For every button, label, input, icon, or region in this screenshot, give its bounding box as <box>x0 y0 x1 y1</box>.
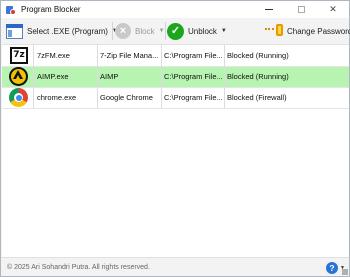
program-description: 7-Zip File Mana... <box>100 51 159 60</box>
program-status: Blocked (Running) <box>227 72 289 81</box>
aimp-icon <box>9 67 28 86</box>
block-x-icon: × <box>115 23 131 39</box>
toolbar-separator <box>165 22 166 40</box>
toolbar-separator <box>112 22 113 40</box>
program-description: Google Chrome <box>100 93 153 102</box>
chrome-icon <box>9 88 28 107</box>
column-divider <box>161 45 162 109</box>
unblock-label: Unblock <box>188 26 217 36</box>
block-label: Block <box>135 26 155 36</box>
list-item[interactable]: chrome.exe Google Chrome C:\Program File… <box>2 87 349 108</box>
change-password-button[interactable]: Change Password <box>265 18 350 44</box>
help-icon: ? <box>326 261 338 274</box>
block-button[interactable]: × Block ▼ <box>115 18 165 44</box>
row-divider <box>2 108 349 109</box>
list-item[interactable]: AIMP.exe AIMP C:\Program File... Blocked… <box>2 66 349 87</box>
program-blocker-window: Program Blocker ✕ Select .EXE (Program) … <box>0 0 350 277</box>
select-exe-label: Select .EXE (Program) <box>27 26 108 36</box>
status-bar: © 2025 Ari Sohandri Putra. All rights re… <box>1 257 349 276</box>
unblock-dropdown-arrow-icon[interactable]: ▼ <box>221 28 227 34</box>
block-dropdown-arrow-icon[interactable]: ▼ <box>159 28 165 34</box>
window-select-icon <box>6 23 23 39</box>
column-divider <box>97 45 98 109</box>
minimize-button[interactable] <box>253 1 285 18</box>
program-path: C:\Program File... <box>164 51 222 60</box>
resize-grip-icon[interactable] <box>342 269 348 275</box>
column-divider <box>33 45 34 109</box>
maximize-icon <box>297 6 305 13</box>
program-status: Blocked (Firewall) <box>227 93 287 102</box>
column-divider <box>224 45 225 109</box>
toolbar: Select .EXE (Program) ▼ × Block ▼ ✓ Unbl… <box>1 18 350 44</box>
app-icon <box>6 5 16 15</box>
program-name: AIMP.exe <box>37 72 69 81</box>
program-status: Blocked (Running) <box>227 51 289 60</box>
copyright-text: © 2025 Ari Sohandri Putra. All rights re… <box>7 264 150 271</box>
program-path: C:\Program File... <box>164 72 222 81</box>
title-bar: Program Blocker ✕ <box>1 1 349 18</box>
select-exe-button[interactable]: Select .EXE (Program) ▼ <box>6 18 118 44</box>
change-password-label: Change Password <box>287 26 350 36</box>
maximize-button[interactable] <box>285 1 317 18</box>
list-item[interactable]: 7z 7zFM.exe 7-Zip File Mana... C:\Progra… <box>2 45 349 66</box>
program-path: C:\Program File... <box>164 93 222 102</box>
program-description: AIMP <box>100 72 119 81</box>
7zip-icon: 7z <box>10 47 28 64</box>
program-list[interactable]: 7z 7zFM.exe 7-Zip File Mana... C:\Progra… <box>2 44 349 257</box>
key-icon <box>265 23 285 39</box>
unblock-button[interactable]: ✓ Unblock ▼ <box>167 18 227 44</box>
row-divider <box>2 66 349 67</box>
program-name: 7zFM.exe <box>37 51 70 60</box>
minimize-icon <box>265 9 273 10</box>
program-name: chrome.exe <box>37 93 77 102</box>
close-button[interactable]: ✕ <box>317 1 349 18</box>
row-divider <box>2 87 349 88</box>
window-title: Program Blocker <box>21 5 81 14</box>
close-icon: ✕ <box>329 4 337 14</box>
check-icon: ✓ <box>167 22 184 40</box>
